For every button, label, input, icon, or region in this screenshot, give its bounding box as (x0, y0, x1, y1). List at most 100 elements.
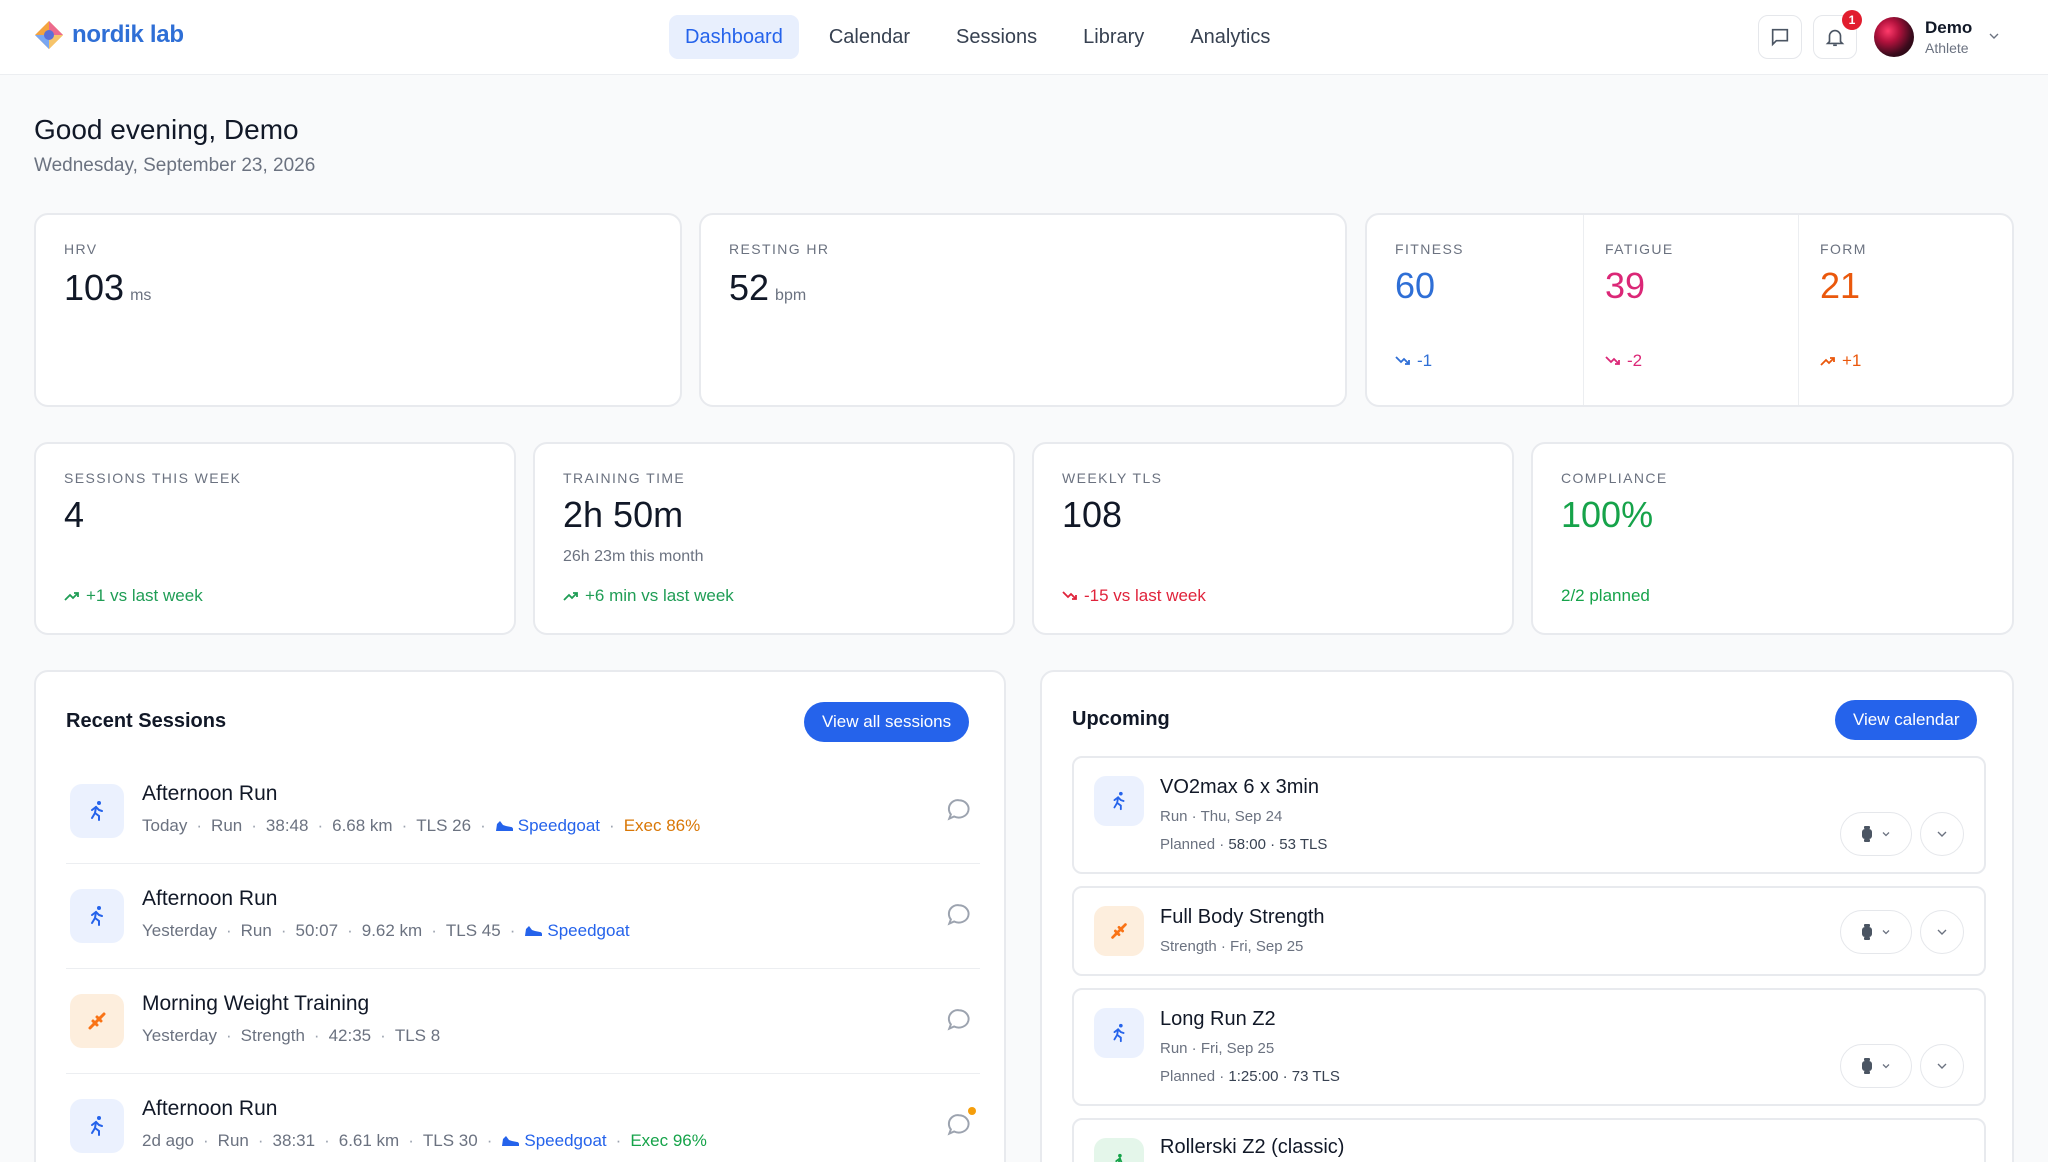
session-title: Morning Weight Training (142, 992, 370, 1015)
session-row[interactable]: Afternoon Run Yesterday · Run · 50:07 · 9.6… (66, 865, 980, 969)
nav-library[interactable]: Library (1067, 15, 1160, 59)
weekly-tls-label: WEEKLY TLS (1062, 470, 1163, 486)
fitness-trend: -1 (1395, 351, 1432, 371)
send-to-watch-button[interactable] (1840, 910, 1912, 954)
fatigue-value: 39 (1605, 265, 1646, 306)
workout-title: Rollerski Z2 (classic) (1160, 1136, 1345, 1158)
workout-plan: Planned · 58:00 · 53 TLS (1160, 836, 1328, 853)
comment-icon[interactable] (946, 902, 972, 928)
message-icon (1771, 28, 1789, 47)
expand-button[interactable] (1920, 1044, 1964, 1088)
hrv-value: 103 ms (64, 267, 152, 308)
chevron-down-icon (1882, 1064, 1890, 1069)
chevron-down-icon (1937, 1063, 1947, 1069)
shoe-link[interactable]: Speedgoat (501, 1131, 607, 1151)
logo-icon (35, 21, 63, 49)
shoe-icon (502, 1136, 520, 1146)
send-to-watch-button[interactable] (1840, 1044, 1912, 1088)
weekly-tls-card[interactable]: WEEKLY TLS 108 -15 vs last week (1032, 442, 1514, 635)
comment-icon[interactable] (946, 1007, 972, 1033)
chevron-down-icon (1882, 832, 1890, 837)
main-nav: Dashboard Calendar Sessions Library Anal… (669, 15, 1286, 59)
trend-up-icon (563, 592, 578, 601)
resting-hr-value: 52 bpm (729, 267, 807, 308)
sessions-week-trend: +1 vs last week (64, 586, 203, 606)
weekly-tls-value: 108 (1062, 494, 1123, 535)
workout-title: Long Run Z2 (1160, 1008, 1276, 1030)
view-calendar-button[interactable]: View calendar (1835, 700, 1978, 740)
nav-analytics[interactable]: Analytics (1174, 15, 1286, 59)
chevron-down-icon[interactable] (1986, 28, 2002, 44)
fatigue-label: FATIGUE (1605, 241, 1674, 257)
bell-icon (1825, 29, 1845, 47)
trend-up-icon (1820, 357, 1835, 366)
session-meta: Yesterday · Strength · 42:35 · TLS 8 (142, 1026, 441, 1045)
resting-hr-label: RESTING HR (729, 241, 830, 257)
upcoming-workout[interactable]: Rollerski Z2 (classic) (1072, 1118, 1986, 1162)
training-time-value: 2h 50m (563, 494, 684, 535)
trend-down-icon (1062, 591, 1077, 600)
execution-score: Exec 86% (623, 816, 701, 835)
user-role: Athlete (1925, 40, 1969, 56)
watch-icon (1862, 826, 1872, 842)
view-all-sessions-button[interactable]: View all sessions (804, 702, 970, 742)
workout-title: VO2max 6 x 3min (1160, 776, 1319, 798)
form-label: FORM (1820, 241, 1867, 257)
dumbbell-icon (70, 994, 124, 1048)
upcoming-title: Upcoming (1072, 708, 1170, 730)
weekly-tls-trend: -15 vs last week (1062, 586, 1206, 606)
app-logo[interactable]: nordik lab (34, 20, 184, 50)
shoe-link[interactable]: Speedgoat (524, 921, 630, 941)
running-person-icon (1094, 776, 1144, 826)
avatar[interactable] (1874, 17, 1914, 57)
chevron-down-icon (1882, 930, 1890, 935)
upcoming-workout[interactable]: Long Run Z2 Run · Fri, Sep 25 Planned · … (1072, 988, 1986, 1106)
session-meta: Yesterday · Run · 50:07 · 9.62 km · TLS 45 · … (142, 921, 630, 941)
compliance-card[interactable]: COMPLIANCE 100% 2/2 planned (1531, 442, 2014, 635)
current-date: Wednesday, September 23, 2026 (34, 155, 316, 176)
trend-down-icon (1605, 356, 1620, 365)
nav-calendar[interactable]: Calendar (813, 15, 926, 59)
training-time-label: TRAINING TIME (563, 470, 686, 486)
user-name[interactable]: Demo (1925, 18, 1972, 38)
nav-sessions[interactable]: Sessions (940, 15, 1053, 59)
session-row[interactable]: Afternoon Run Today · Run · 38:48 · 6.68 km… (66, 760, 980, 864)
chevron-down-icon (1937, 929, 1947, 935)
running-person-icon (1094, 1008, 1144, 1058)
session-title: Afternoon Run (142, 887, 278, 910)
notification-badge: 1 (1842, 10, 1862, 30)
upcoming-panel: Upcoming View calendar VO2max 6 x 3min R… (1040, 670, 2014, 1162)
training-time-card[interactable]: TRAINING TIME 2h 50m 26h 23m this month … (533, 442, 1015, 635)
session-row[interactable]: Afternoon Run 2d ago · Run · 38:31 · 6.61 k… (66, 1075, 980, 1162)
skier-icon (1094, 1138, 1144, 1162)
hrv-unit: ms (130, 287, 152, 304)
unread-dot (968, 1107, 976, 1115)
upcoming-workout[interactable]: VO2max 6 x 3min Run · Thu, Sep 24 Planne… (1072, 756, 1986, 874)
watch-icon (1862, 924, 1872, 940)
expand-button[interactable] (1920, 910, 1964, 954)
trend-down-icon (1395, 356, 1410, 365)
running-person-icon (70, 1099, 124, 1153)
chevron-down-icon (1937, 831, 1947, 837)
comment-icon[interactable] (946, 1112, 972, 1138)
nav-dashboard[interactable]: Dashboard (669, 15, 799, 59)
notifications-button[interactable]: 1 (1813, 10, 1862, 59)
comment-icon[interactable] (946, 797, 972, 823)
send-to-watch-button[interactable] (1840, 812, 1912, 856)
hrv-card[interactable]: HRV 103 ms (34, 213, 682, 407)
recent-sessions-panel: Recent Sessions View all sessions Aftern… (34, 670, 1006, 1162)
session-row[interactable]: Morning Weight Training Yesterday · Stren… (66, 970, 980, 1074)
fitness-value: 60 (1395, 265, 1436, 306)
expand-button[interactable] (1920, 812, 1964, 856)
top-bar: nordik lab Dashboard Calendar Sessions L… (0, 0, 2048, 75)
shoe-link[interactable]: Speedgoat (495, 816, 600, 836)
app-name: nordik lab (72, 21, 184, 48)
upcoming-workout[interactable]: Full Body Strength Strength · Fri, Sep 2… (1072, 886, 1986, 976)
compliance-label: COMPLIANCE (1561, 470, 1668, 486)
sessions-week-card[interactable]: SESSIONS THIS WEEK 4 +1 vs last week (34, 442, 516, 635)
resting-hr-card[interactable]: RESTING HR 52 bpm (699, 213, 1347, 407)
running-person-icon (70, 784, 124, 838)
divider (1583, 215, 1584, 405)
messages-button[interactable] (1758, 15, 1802, 59)
execution-score: Exec 96% (630, 1131, 707, 1150)
